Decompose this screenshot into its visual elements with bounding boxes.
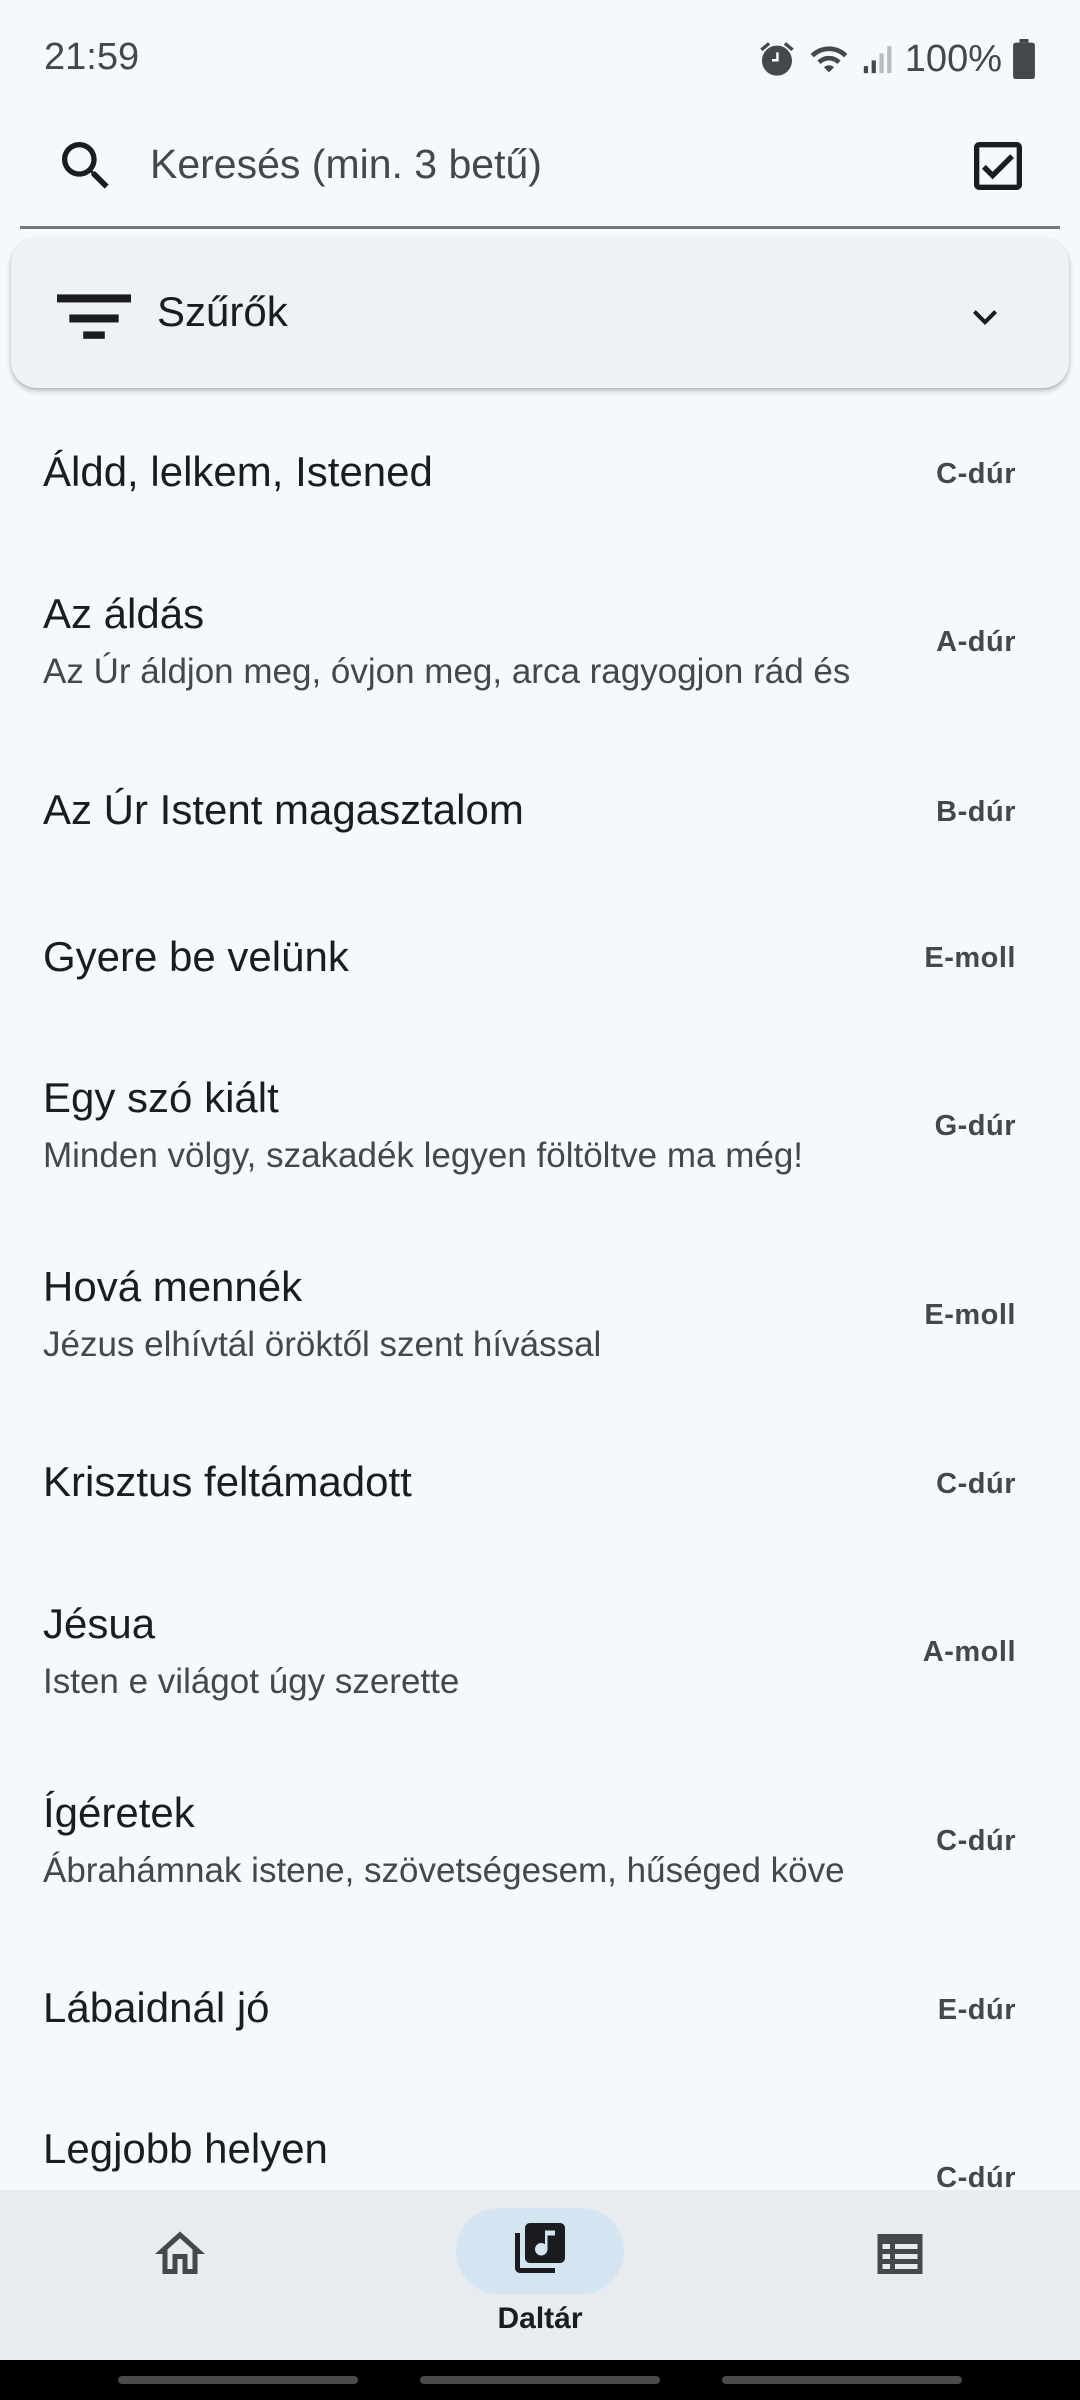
status-bar: 21:59 100% — [0, 0, 1080, 120]
alarm-icon — [760, 42, 794, 76]
song-title: Áldd, lelkem, Istened — [43, 448, 433, 495]
song-title: Az áldás — [43, 590, 205, 637]
song-title: Ígéretek — [43, 1789, 195, 1836]
song-list-item[interactable]: Lábaidnál jó E-dúr — [0, 405, 1080, 2190]
song-list-item[interactable]: Krisztus feltámadott C-dúr — [0, 405, 1080, 2190]
music-library-icon — [515, 2223, 565, 2273]
checkbox-icon[interactable] — [966, 134, 1030, 198]
song-subtitle: Minden völgy, szakadék legyen föltöltve … — [43, 1136, 804, 1175]
song-list-item[interactable]: Legjobb helyen C-dúr — [0, 405, 1080, 2190]
battery-percent: 100% — [904, 37, 1002, 80]
song-title: Az Úr Istent magasztalom — [43, 786, 524, 833]
bottom-nav: Daltár — [0, 2190, 1080, 2360]
nav-list[interactable] — [840, 2190, 960, 2360]
song-list: Áldd, lelkem, Istened C-dúr Az áldás Az Úr … — [0, 405, 1080, 2190]
song-title: Legjobb helyen — [43, 2125, 328, 2172]
song-list-item[interactable]: Hová mennék Jézus elhívtál öröktől szent … — [0, 405, 1080, 2190]
nav-songs[interactable]: Daltár — [440, 2190, 640, 2360]
song-list-item[interactable]: Jésua Isten e világot úgy szerette A-moll — [0, 405, 1080, 2190]
search-icon[interactable] — [54, 134, 118, 198]
song-key: C-dúr — [936, 2162, 1016, 2190]
battery-icon — [1013, 39, 1035, 79]
song-list-item[interactable]: Az áldás Az Úr áldjon meg, óvjon meg, arc… — [0, 405, 1080, 2190]
filter-label: Szűrők — [157, 288, 288, 335]
song-key: C-dúr — [936, 1825, 1016, 1857]
song-key: G-dúr — [934, 1110, 1016, 1142]
song-title: Lábaidnál jó — [43, 1984, 270, 2031]
song-list-item[interactable]: Egy szó kiált Minden völgy, szakadék legy… — [0, 405, 1080, 2190]
status-time: 21:59 — [44, 36, 140, 78]
system-navigation-bar — [0, 2360, 1080, 2400]
song-list-item[interactable]: Áldd, lelkem, Istened C-dúr — [0, 405, 1080, 2190]
song-key: A-moll — [922, 1636, 1016, 1668]
nav-home[interactable] — [120, 2190, 240, 2360]
song-title: Krisztus feltámadott — [43, 1458, 412, 1505]
status-icons: 100% — [757, 34, 1036, 84]
search-bar — [20, 110, 1060, 229]
chevron-down-icon[interactable] — [957, 293, 1013, 341]
song-key: A-dúr — [936, 626, 1016, 658]
song-key: E-moll — [924, 942, 1016, 974]
filter-icon — [57, 294, 131, 339]
home-icon — [155, 2231, 205, 2274]
song-title: Egy szó kiált — [43, 1074, 279, 1121]
song-title: Jésua — [43, 1600, 156, 1647]
wifi-icon — [810, 46, 848, 73]
song-key: E-moll — [924, 1299, 1016, 1331]
song-title: Gyere be velünk — [43, 933, 349, 980]
song-title: Hová mennék — [43, 1263, 303, 1310]
song-subtitle: Jézus elhívtál öröktől szent hívással — [43, 1325, 602, 1364]
search-input[interactable] — [148, 128, 952, 200]
filter-panel[interactable]: Szűrők — [11, 238, 1069, 388]
system-bar-segment — [722, 2376, 962, 2384]
song-list-item[interactable]: Gyere be velünk E-moll — [0, 405, 1080, 2190]
song-subtitle: Isten e világot úgy szerette — [43, 1662, 460, 1701]
song-key: B-dúr — [936, 796, 1016, 828]
system-bar-segment — [118, 2376, 358, 2384]
song-key: C-dúr — [936, 458, 1016, 490]
nav-songs-label: Daltár — [497, 2302, 583, 2335]
song-list-item[interactable]: Ígéretek Ábrahámnak istene, szövetségesem… — [0, 405, 1080, 2190]
song-list-item[interactable]: Az Úr Istent magasztalom B-dúr — [0, 405, 1080, 2190]
list-icon — [877, 2234, 923, 2274]
song-subtitle: Az Úr áldjon meg, óvjon meg, arca ragyog… — [43, 652, 851, 691]
song-key: E-dúr — [937, 1994, 1016, 2026]
signal-icon — [863, 46, 892, 74]
song-key: C-dúr — [936, 1468, 1016, 1500]
song-subtitle: Ábrahámnak istene, szövetségesem, hűsége… — [43, 1851, 845, 1890]
gesture-handle[interactable] — [420, 2376, 660, 2384]
